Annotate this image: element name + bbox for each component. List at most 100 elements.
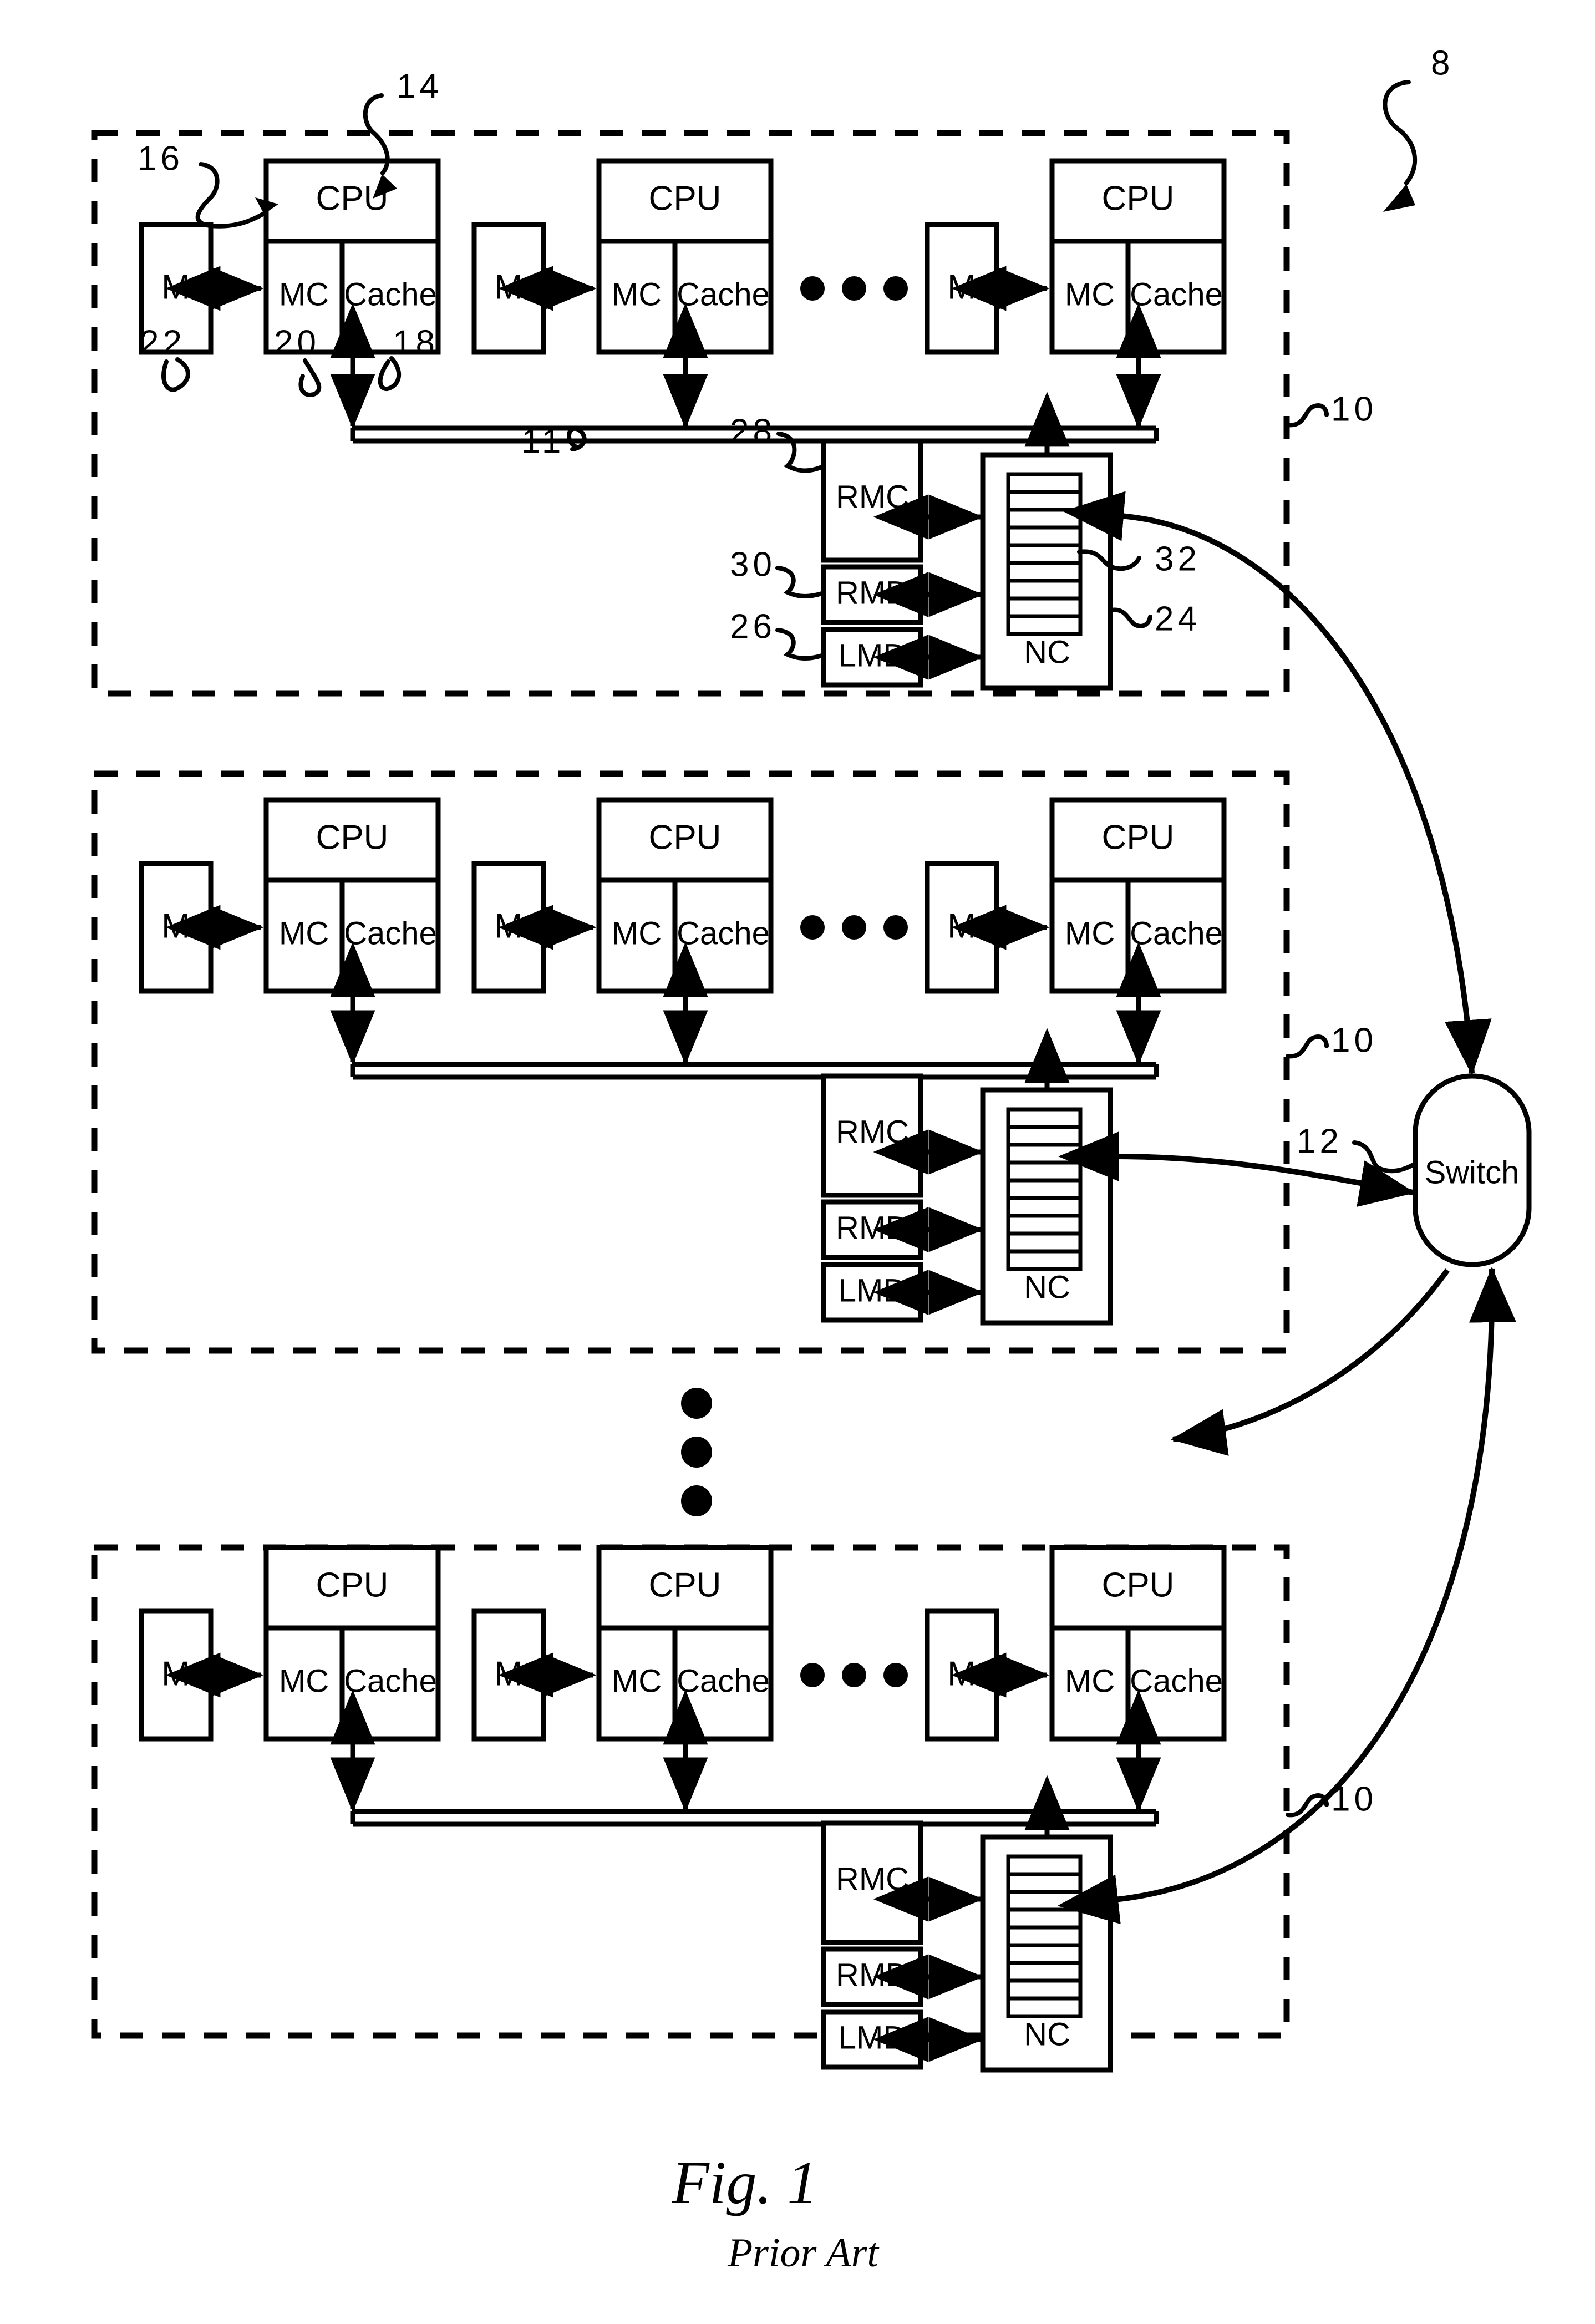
node-3-pu-3-cpu-label: CPU	[1102, 1566, 1175, 1604]
node-1-ellipsis	[800, 276, 908, 301]
node-2-pu-1-mc-label: MC	[279, 915, 329, 951]
node-3-pu-1-mc-label: MC	[279, 1663, 329, 1699]
node-3-processing-unit-2[interactable]: CPU MC Cache	[596, 1545, 774, 1742]
node-3-rmc-label: RMC	[836, 1861, 909, 1897]
node-2-processing-unit-1[interactable]: CPU MC Cache	[263, 797, 441, 994]
node-2-pu-2-cache-label: Cache	[677, 915, 770, 951]
node-3-pu-2-cache-label: Cache	[677, 1663, 770, 1699]
node-1-nc-queue	[1006, 472, 1083, 636]
node-2-rmc-label: RMC	[836, 1114, 909, 1150]
node-1-pu-2-cache-label: Cache	[677, 276, 770, 312]
node-2-pu-2-cpu-label: CPU	[649, 818, 722, 856]
node-1-pu-3-cpu-label: CPU	[1102, 179, 1175, 217]
node-2-pu-3-cache-label: Cache	[1130, 915, 1223, 951]
node-3-node-controller[interactable]: NC	[980, 1834, 1113, 2073]
node-3-lmd-label: LMD	[839, 2019, 906, 2056]
node-1-processing-unit-2[interactable]: CPU MC Cache	[596, 158, 774, 355]
switch-label: Switch	[1425, 1154, 1520, 1190]
node-2-memory-3-label: M	[947, 907, 976, 945]
ref-16-leader	[195, 162, 265, 229]
node-1-node-controller[interactable]: NC	[980, 452, 1113, 691]
ref-24-label: 24	[1155, 600, 1201, 638]
ref-24-leader	[1109, 607, 1152, 628]
node-2[interactable]: M CPU MC Cache M CPU MC Cache M CPU MC C…	[91, 770, 1290, 1354]
ref-18-label: 18	[393, 323, 439, 362]
link-switch-to-nodes	[1171, 1268, 1450, 1456]
node-2-node-controller[interactable]: NC	[980, 1087, 1113, 1326]
node-2-nc-queue	[1006, 1107, 1083, 1271]
node-2-pu-3-mc-label: MC	[1065, 915, 1115, 951]
switch[interactable]: Switch	[1413, 1073, 1532, 1267]
node-1-nc-label: NC	[1024, 634, 1070, 670]
node-1-processing-unit-3[interactable]: CPU MC Cache	[1049, 158, 1227, 355]
ref-10-node1-leader	[1286, 403, 1329, 428]
figure-caption-sub: Prior Art	[727, 2230, 880, 2276]
node-2-lmd-label: LMD	[839, 1272, 906, 1308]
node-3-processing-unit-1[interactable]: CPU MC Cache	[263, 1545, 441, 1742]
ref-8-label: 8	[1431, 44, 1454, 82]
node-2-memory-1-label: M	[161, 907, 190, 945]
ref-22-label: 22	[140, 323, 186, 362]
node-3-processing-unit-3[interactable]: CPU MC Cache	[1049, 1545, 1227, 1742]
node-3[interactable]: M CPU MC Cache M CPU MC Cache M CPU MC C…	[91, 1544, 1290, 2073]
ref-16-label: 16	[138, 139, 184, 177]
node-3-pu-2-cpu-label: CPU	[649, 1566, 722, 1604]
ref-18-leader	[378, 356, 402, 392]
node-3-nc-queue	[1006, 1854, 1083, 2018]
node-1-memory-1-label: M	[161, 268, 190, 306]
patent-figure-1: M CPU MC Cache M CPU MC Cache M CPU MC C…	[0, 0, 1595, 2324]
node-2-pu-1-cache-label: Cache	[344, 915, 437, 951]
link-node2-switch	[1058, 1131, 1415, 1207]
node-2-pu-3-cpu-label: CPU	[1102, 818, 1175, 856]
node-1-lmd-label: LMD	[839, 637, 906, 673]
ref-30-label: 30	[730, 545, 776, 583]
node-2-pu-2-mc-label: MC	[612, 915, 662, 951]
node-2-bus[interactable]	[350, 1062, 1159, 1080]
node-2-memory-2-label: M	[494, 907, 523, 945]
ref-20-label: 20	[274, 323, 320, 362]
ref-32-label: 32	[1155, 540, 1201, 578]
ref-22-leader	[161, 357, 190, 392]
node-1[interactable]: M CPU MC Cache M CPU MC Cache M CPU MC C…	[91, 130, 1290, 697]
ref-12-leader	[1352, 1140, 1415, 1174]
node-3-bus[interactable]	[350, 1809, 1159, 1827]
ref-30-leader	[775, 566, 824, 598]
ref-12-label: 12	[1297, 1122, 1343, 1160]
diagram-canvas: M CPU MC Cache M CPU MC Cache M CPU MC C…	[91, 44, 1532, 2276]
node-1-memory-2-label: M	[494, 268, 523, 306]
node-1-pu-2-cpu-label: CPU	[649, 179, 722, 217]
node-1-rmc-label: RMC	[836, 479, 909, 515]
node-3-rmd-label: RMD	[836, 1957, 909, 1993]
node-3-memory-2-label: M	[494, 1655, 523, 1693]
node-2-ellipsis	[800, 915, 908, 940]
ref-14-label: 14	[397, 67, 443, 105]
ref-10-node3-label: 10	[1331, 1780, 1377, 1818]
ref-10-node2-label: 10	[1331, 1021, 1377, 1059]
ref-26-leader	[775, 628, 824, 661]
node-3-pu-2-mc-label: MC	[612, 1663, 662, 1699]
node-1-memory-3-label: M	[947, 268, 976, 306]
figure-caption-main: Fig. 1	[672, 2149, 818, 2216]
node-1-pu-3-mc-label: MC	[1065, 276, 1115, 312]
node-vertical-ellipsis	[681, 1388, 712, 1516]
node-1-pu-1-cache-label: Cache	[344, 276, 437, 312]
ref-20-leader	[298, 358, 322, 397]
node-3-ellipsis	[800, 1663, 908, 1687]
node-3-memory-1-label: M	[161, 1655, 190, 1693]
node-1-rmd-label: RMD	[836, 575, 909, 611]
node-1-pu-2-mc-label: MC	[612, 276, 662, 312]
ref-26-label: 26	[730, 607, 776, 646]
ref-10-node2-leader	[1286, 1034, 1329, 1059]
node-3-pu-1-cpu-label: CPU	[316, 1566, 389, 1604]
ref-10-node1-label: 10	[1331, 390, 1377, 428]
node-1-pu-1-cpu-label: CPU	[316, 179, 389, 217]
node-2-rmd-label: RMD	[836, 1210, 909, 1246]
ref-8-arrowhead	[1383, 184, 1415, 212]
ref-8-leader	[1383, 80, 1418, 185]
node-1-pu-3-cache-label: Cache	[1130, 276, 1223, 312]
node-2-pu-1-cpu-label: CPU	[316, 818, 389, 856]
node-2-processing-unit-2[interactable]: CPU MC Cache	[596, 797, 774, 994]
node-3-nc-label: NC	[1024, 2016, 1070, 2052]
node-3-memory-3-label: M	[947, 1655, 976, 1693]
node-2-processing-unit-3[interactable]: CPU MC Cache	[1049, 797, 1227, 994]
